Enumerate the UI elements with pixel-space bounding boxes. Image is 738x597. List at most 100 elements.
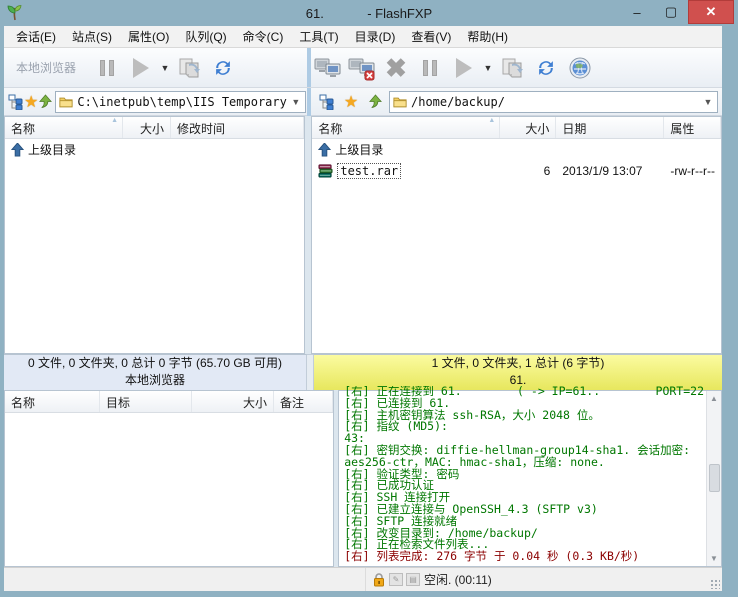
- local-tree-button[interactable]: [8, 91, 24, 113]
- maximize-button[interactable]: ▢: [654, 0, 688, 24]
- refresh-icon: [535, 57, 557, 79]
- queue-column-name[interactable]: 名称: [5, 391, 100, 412]
- remote-start-button[interactable]: [447, 52, 481, 84]
- abort-icon: ✖: [385, 55, 407, 81]
- local-path-bar: ★ C:\inetpub\temp\IIS Temporary ▼: [4, 91, 307, 113]
- folder-icon: [393, 96, 407, 108]
- column-header-size[interactable]: 大小: [500, 117, 556, 138]
- file-name: 上级目录: [335, 141, 383, 158]
- pause-icon: [423, 60, 437, 76]
- column-header-attr[interactable]: 属性: [664, 117, 721, 138]
- remote-path-combobox[interactable]: /home/backup/ ▼: [389, 91, 718, 113]
- menu-options[interactable]: 属性(O): [120, 26, 177, 47]
- sort-asc-icon: ▲: [488, 117, 495, 124]
- local-up-dir-button[interactable]: [38, 91, 53, 113]
- globe-icon: [568, 56, 592, 80]
- remote-disconnect-button[interactable]: [345, 52, 379, 84]
- log-line: [右] 指纹 (MD5):: [344, 421, 704, 433]
- local-path-combobox[interactable]: C:\inetpub\temp\IIS Temporary ▼: [55, 91, 306, 113]
- remote-abort-button[interactable]: ✖: [379, 52, 413, 84]
- queue-list-body[interactable]: [5, 413, 333, 566]
- site-tree-icon: [319, 94, 335, 110]
- menu-tools[interactable]: 工具(T): [291, 26, 346, 47]
- column-header-name[interactable]: 名称▲: [312, 117, 500, 138]
- menu-view[interactable]: 查看(V): [403, 26, 459, 47]
- close-button[interactable]: ✕: [688, 0, 734, 24]
- session-log[interactable]: [右] 正在连接到 61. ( -> IP=61.. PORT=22[右] 已连…: [339, 386, 706, 566]
- local-start-button[interactable]: [124, 52, 158, 84]
- remote-list-body[interactable]: 上级目录: [312, 139, 721, 353]
- menu-help[interactable]: 帮助(H): [459, 26, 516, 47]
- column-header-size[interactable]: 大小: [123, 117, 171, 138]
- remote-tree-button[interactable]: [315, 91, 339, 113]
- resize-grip[interactable]: [710, 579, 720, 589]
- queue-column-note[interactable]: 备注: [274, 391, 333, 412]
- local-pause-button[interactable]: [90, 52, 124, 84]
- local-row-parent[interactable]: 上级目录: [5, 139, 304, 160]
- local-status-bar: 0 文件, 0 文件夹, 0 总计 0 字节 (65.70 GB 可用) 本地浏…: [4, 354, 307, 390]
- queue-column-size[interactable]: 大小: [192, 391, 274, 412]
- menu-queue[interactable]: 队列(Q): [177, 26, 234, 47]
- remote-row-parent[interactable]: 上级目录: [312, 139, 721, 160]
- menu-directory[interactable]: 目录(D): [347, 26, 404, 47]
- folder-icon: [59, 96, 73, 108]
- menu-session[interactable]: 会话(E): [8, 26, 64, 47]
- column-header-mtime[interactable]: 修改时间: [171, 117, 304, 138]
- queue-pane: 名称 目标 大小 备注: [4, 390, 334, 567]
- local-path-value[interactable]: C:\inetpub\temp\IIS Temporary: [77, 95, 287, 109]
- transfer-monitor-icon[interactable]: ▤: [406, 573, 420, 586]
- menu-sites[interactable]: 站点(S): [64, 26, 120, 47]
- notes-icon[interactable]: ✎: [389, 573, 403, 586]
- remote-path-value[interactable]: /home/backup/: [411, 95, 699, 109]
- queue-header: 名称 目标 大小 备注: [5, 391, 333, 413]
- lock-icon: [372, 572, 386, 587]
- file-name: 上级目录: [28, 141, 76, 158]
- refresh-icon: [212, 57, 234, 79]
- log-line: [右] 列表完成: 276 字节 于 0.04 秒 (0.3 KB/秒): [344, 551, 704, 563]
- status-bar: ✎ ▤ 空闲. (00:11): [4, 567, 722, 591]
- path-row: ★ C:\inetpub\temp\IIS Temporary ▼: [4, 88, 722, 116]
- transfer-queue-icon: [500, 56, 524, 80]
- remote-start-dropdown[interactable]: ▼: [481, 52, 495, 84]
- toolbar-local: 本地浏览器 ▼: [4, 48, 307, 87]
- parent-dir-icon: [11, 143, 24, 157]
- local-list-header: 名称▲ 大小 修改时间: [5, 117, 304, 139]
- remote-connect-button[interactable]: [311, 52, 345, 84]
- sort-asc-icon: ▲: [111, 117, 118, 124]
- parent-dir-icon: [318, 143, 331, 157]
- star-icon: ★: [24, 92, 38, 112]
- queue-column-target[interactable]: 目标: [100, 391, 192, 412]
- remote-favorites-button[interactable]: ★: [339, 91, 363, 113]
- play-icon: [133, 58, 149, 78]
- pane-status-row: 0 文件, 0 文件夹, 0 总计 0 字节 (65.70 GB 可用) 本地浏…: [4, 354, 722, 390]
- disconnect-icon: [348, 55, 376, 81]
- local-refresh-button[interactable]: [206, 52, 240, 84]
- remote-transfer-queue-button[interactable]: [495, 52, 529, 84]
- local-start-dropdown[interactable]: ▼: [158, 52, 172, 84]
- statusbar-left-panel: [4, 568, 366, 591]
- title-bar: 61. - FlashFXP – ▢ ✕: [0, 0, 738, 26]
- minimize-button[interactable]: –: [620, 0, 654, 24]
- menu-commands[interactable]: 命令(C): [235, 26, 292, 47]
- log-scrollbar[interactable]: ▲ ▼: [706, 391, 721, 566]
- scroll-down-icon[interactable]: ▼: [710, 551, 718, 566]
- remote-path-dropdown[interactable]: ▼: [699, 92, 717, 112]
- column-header-name[interactable]: 名称▲: [5, 117, 123, 138]
- remote-browser-button[interactable]: [563, 52, 597, 84]
- remote-refresh-button[interactable]: [529, 52, 563, 84]
- local-list-body[interactable]: 上级目录: [5, 139, 304, 353]
- scroll-up-icon[interactable]: ▲: [710, 391, 718, 406]
- menu-bar: 会话(E) 站点(S) 属性(O) 队列(Q) 命令(C) 工具(T) 目录(D…: [4, 26, 722, 48]
- file-name-selected: test.rar: [337, 163, 401, 179]
- local-favorites-button[interactable]: ★: [24, 91, 38, 113]
- remote-row-file[interactable]: test.rar 6 2013/1/9 13:07 -rw-r--r--: [312, 160, 721, 181]
- local-path-dropdown[interactable]: ▼: [287, 92, 305, 112]
- local-file-pane: 名称▲ 大小 修改时间 上级目录: [4, 116, 305, 354]
- column-header-date[interactable]: 日期: [556, 117, 664, 138]
- remote-up-dir-button[interactable]: [363, 91, 387, 113]
- toolbar-remote: ✖ ▼: [311, 48, 722, 87]
- remote-pause-button[interactable]: [413, 52, 447, 84]
- file-browser-area: 名称▲ 大小 修改时间 上级目录: [4, 116, 722, 354]
- local-transfer-queue-button[interactable]: [172, 52, 206, 84]
- scroll-thumb[interactable]: [709, 464, 720, 492]
